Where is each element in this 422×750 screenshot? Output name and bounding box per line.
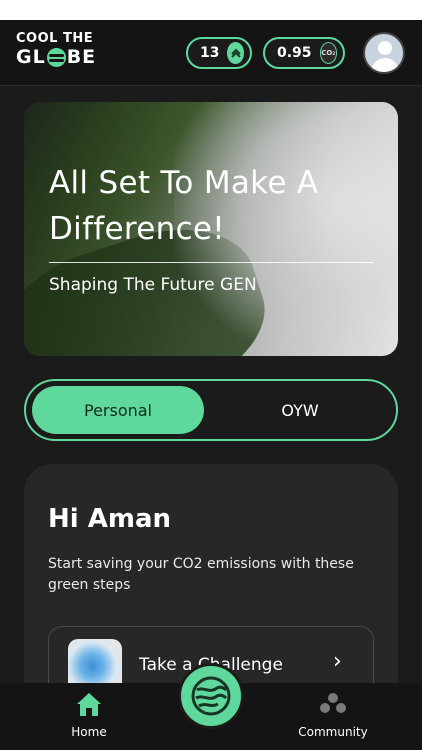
home-icon [75,691,103,720]
greeting-description: Start saving your CO2 emissions with the… [48,556,354,593]
logo-text-end: BE [66,46,97,68]
points-badge[interactable]: 13 [186,37,252,69]
points-value: 13 [200,45,220,61]
nav-community-label: Community [298,725,368,739]
nav-home[interactable]: Home [62,691,116,739]
co2-badge[interactable]: 0.95 CO₂ [263,37,345,69]
logo-text-start: GL [16,46,46,68]
app-header: COOL THE GL BE 13 0.95 CO₂ [0,20,422,86]
status-bar [0,0,422,20]
co2-cloud-icon: CO₂ [319,42,337,64]
hero-title: All Set To Make A Difference! [49,165,319,247]
mode-toggle: Personal OYW [24,379,398,441]
toggle-personal[interactable]: Personal [32,386,204,434]
logo-line-2: GL BE [16,48,96,67]
globe-fab-icon[interactable] [178,663,244,729]
nav-home-label: Home [71,725,107,739]
app-logo: COOL THE GL BE [16,32,96,67]
avatar-icon[interactable] [363,32,405,74]
logo-line-1: COOL THE [16,31,94,46]
logo-globe-icon [46,48,66,67]
hero-divider [49,262,373,263]
hero-subtitle: Shaping The Future GEN [49,275,257,295]
nav-community[interactable]: Community [292,691,374,739]
chevron-right-icon: › [333,649,342,674]
toggle-oyw[interactable]: OYW [210,386,390,434]
greeting-title: Hi Aman [48,504,171,534]
co2-value: 0.95 [277,45,312,61]
hero-banner: All Set To Make A Difference! Shaping Th… [24,102,398,356]
co2-icon-text: CO₂ [321,49,336,57]
coin-icon [227,42,244,64]
community-icon [319,691,347,720]
